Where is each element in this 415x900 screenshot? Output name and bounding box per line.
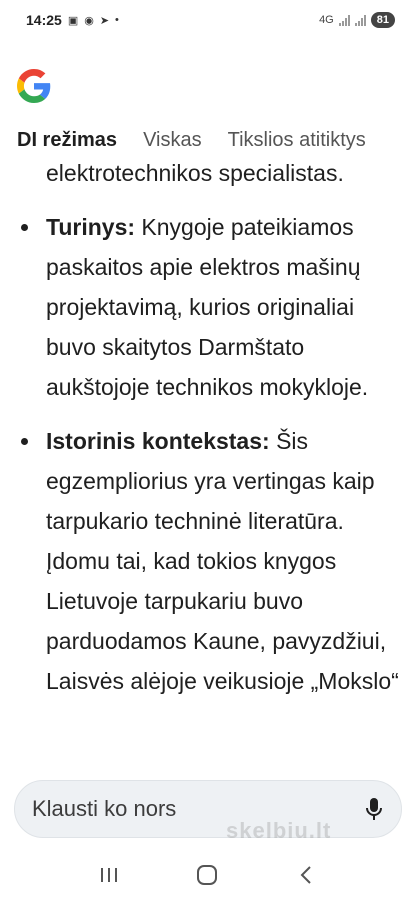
search-mode-tabs: DI režimas Viskas Tikslios atitiktys <box>0 123 415 157</box>
status-time: 14:25 <box>26 12 62 28</box>
ask-input-box[interactable]: Klausti ko nors <box>14 780 402 838</box>
status-left: 14:25 ▣ ◉ ➤ • <box>26 12 119 28</box>
list-item-istorinis-kontekstas: Istorinis kontekstas: Šis egzempliorius … <box>0 421 415 701</box>
tab-viskas[interactable]: Viskas <box>143 129 202 152</box>
bullet-text: Šis egzempliorius yra vertingas kaip tar… <box>46 428 399 694</box>
signal-icon-2 <box>354 14 366 26</box>
answer-lead-text: elektrotechnikos specialistas. <box>46 160 344 186</box>
gallery-icon: ▣ <box>67 14 79 27</box>
search-input[interactable]: Klausti ko nors <box>32 796 365 822</box>
back-icon[interactable] <box>286 855 326 895</box>
telegram-icon: ➤ <box>99 14 110 27</box>
bullet-title: Turinys: <box>46 214 136 240</box>
bullet-text: Knygoje pateikiamos paskaitos apie elekt… <box>46 214 369 400</box>
system-nav-bar <box>0 850 415 900</box>
google-logo-icon[interactable] <box>17 69 51 103</box>
dot-icon: • <box>115 14 119 26</box>
network-type: 4G <box>319 14 334 26</box>
microphone-icon[interactable] <box>365 797 383 821</box>
signal-icon <box>338 14 350 26</box>
status-right: 4G 81 <box>319 12 395 28</box>
tab-tikslios-atitiktys[interactable]: Tikslios atitiktys <box>228 129 366 152</box>
messenger-icon: ◉ <box>84 14 94 27</box>
bullet-title: Istorinis kontekstas: <box>46 428 270 454</box>
recent-apps-icon[interactable] <box>89 855 129 895</box>
tab-di-rezimas[interactable]: DI režimas <box>17 129 117 152</box>
answer-bullet-list: Turinys: Knygoje pateikiamos paskaitos a… <box>0 207 415 701</box>
status-bar: 14:25 ▣ ◉ ➤ • 4G 81 <box>0 0 415 40</box>
battery-indicator: 81 <box>370 12 395 28</box>
list-item-turinys: Turinys: Knygoje pateikiamos paskaitos a… <box>0 207 415 407</box>
ai-answer-content: elektrotechnikos specialistas. Turinys: … <box>0 158 415 770</box>
home-icon[interactable] <box>187 855 227 895</box>
